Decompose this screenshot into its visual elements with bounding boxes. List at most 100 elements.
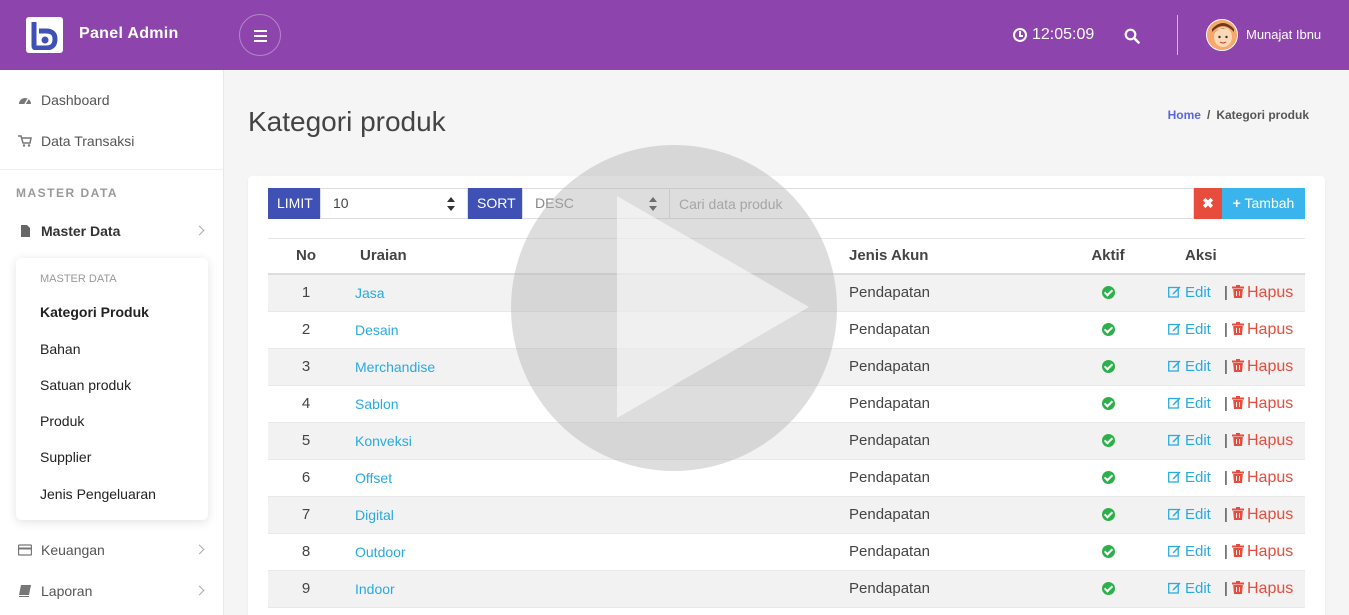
limit-select-value: 10 bbox=[333, 195, 349, 211]
table-row: 8 Outdoor Pendapatan Edit | Hapus bbox=[268, 534, 1305, 571]
action-separator: | bbox=[1224, 543, 1228, 560]
cell-uraian-link[interactable]: Jasa bbox=[355, 275, 385, 311]
search-input[interactable] bbox=[670, 188, 1194, 219]
action-separator: | bbox=[1224, 580, 1228, 597]
cell-jenis-akun: Pendapatan bbox=[849, 506, 930, 523]
breadcrumb-home-link[interactable]: Home bbox=[1168, 108, 1201, 122]
delete-button[interactable]: Hapus bbox=[1232, 349, 1293, 385]
edit-button[interactable]: Edit bbox=[1168, 275, 1211, 311]
edit-button[interactable]: Edit bbox=[1168, 423, 1211, 459]
cell-uraian-link[interactable]: Desain bbox=[355, 312, 399, 348]
search-icon[interactable] bbox=[1124, 28, 1140, 44]
cell-uraian-link[interactable]: Konveksi bbox=[355, 423, 412, 459]
col-header-jenis: Jenis Akun bbox=[849, 247, 929, 264]
table-row: 1 Jasa Pendapatan Edit | Hapus bbox=[268, 275, 1305, 312]
delete-button[interactable]: Hapus bbox=[1232, 423, 1293, 459]
limit-label: LIMIT bbox=[268, 188, 320, 219]
edit-button[interactable]: Edit bbox=[1168, 460, 1211, 496]
cell-uraian-link[interactable]: Sablon bbox=[355, 386, 399, 422]
clear-search-button[interactable]: ✖ bbox=[1194, 188, 1222, 219]
avatar[interactable] bbox=[1206, 19, 1238, 51]
submenu-item-satuan-produk[interactable]: Satuan produk bbox=[40, 377, 131, 393]
submenu-item-jenis-pengeluaran[interactable]: Jenis Pengeluaran bbox=[40, 486, 156, 502]
cell-aktif bbox=[1068, 497, 1148, 533]
sidebar-item-dashboard[interactable]: Dashboard bbox=[18, 92, 110, 108]
edit-button[interactable]: Edit bbox=[1168, 571, 1211, 607]
cell-uraian-link[interactable]: Indoor bbox=[355, 571, 395, 607]
add-button-label: Tambah bbox=[1244, 195, 1295, 211]
table-row: 6 Offset Pendapatan Edit | Hapus bbox=[268, 460, 1305, 497]
edit-button[interactable]: Edit bbox=[1168, 497, 1211, 533]
cell-no: 2 bbox=[301, 321, 311, 338]
table-body: 1 Jasa Pendapatan Edit | Hapus 2 Desain Pendapat… bbox=[268, 275, 1305, 608]
filter-bar: LIMIT 10 SORT DESC ✖ + Tambah bbox=[268, 188, 1305, 219]
delete-button[interactable]: Hapus bbox=[1232, 460, 1293, 496]
limit-select[interactable]: 10 bbox=[320, 188, 468, 219]
action-separator: | bbox=[1224, 432, 1228, 449]
sidebar-item-transaksi[interactable]: Data Transaksi bbox=[18, 133, 134, 149]
submenu-header: MASTER DATA bbox=[40, 273, 117, 285]
submenu-item-supplier[interactable]: Supplier bbox=[40, 449, 91, 465]
check-circle-icon bbox=[1101, 360, 1115, 373]
table-row: 5 Konveksi Pendapatan Edit | Hapus bbox=[268, 423, 1305, 460]
cell-uraian-link[interactable]: Merchandise bbox=[355, 349, 435, 385]
sidebar-item-laporan[interactable]: Laporan bbox=[18, 583, 92, 599]
delete-button[interactable]: Hapus bbox=[1232, 571, 1293, 607]
check-circle-icon bbox=[1101, 397, 1115, 410]
check-circle-icon bbox=[1101, 323, 1115, 336]
sort-select[interactable]: DESC bbox=[522, 188, 670, 219]
submenu-master-data: MASTER DATA Kategori Produk Bahan Satuan… bbox=[16, 258, 208, 520]
cell-aktif bbox=[1068, 571, 1148, 607]
delete-button[interactable]: Hapus bbox=[1232, 275, 1293, 311]
action-separator: | bbox=[1224, 395, 1228, 412]
submenu-item-kategori-produk[interactable]: Kategori Produk bbox=[40, 304, 149, 320]
cell-no: 5 bbox=[301, 432, 311, 449]
delete-button[interactable]: Hapus bbox=[1232, 534, 1293, 570]
cell-jenis-akun: Pendapatan bbox=[849, 543, 930, 560]
cell-aktif bbox=[1068, 386, 1148, 422]
delete-button[interactable]: Hapus bbox=[1232, 497, 1293, 533]
trash-icon bbox=[1232, 470, 1244, 483]
cell-uraian-link[interactable]: Offset bbox=[355, 460, 392, 496]
edit-button[interactable]: Edit bbox=[1168, 312, 1211, 348]
section-header: MASTER DATA bbox=[16, 186, 119, 200]
delete-label: Hapus bbox=[1247, 321, 1294, 338]
username[interactable]: Munajat Ibnu bbox=[1246, 27, 1321, 42]
cell-no: 4 bbox=[301, 395, 311, 412]
check-circle-icon bbox=[1101, 545, 1115, 558]
check-circle-icon bbox=[1101, 508, 1115, 521]
edit-label: Edit bbox=[1185, 543, 1211, 560]
delete-label: Hapus bbox=[1247, 580, 1294, 597]
delete-button[interactable]: Hapus bbox=[1232, 312, 1293, 348]
cell-aktif bbox=[1068, 349, 1148, 385]
check-circle-icon bbox=[1101, 471, 1115, 484]
cell-uraian-link[interactable]: Digital bbox=[355, 497, 394, 533]
edit-button[interactable]: Edit bbox=[1168, 349, 1211, 385]
check-circle-icon bbox=[1101, 434, 1115, 447]
check-circle-icon bbox=[1101, 286, 1115, 299]
submenu-item-bahan[interactable]: Bahan bbox=[40, 341, 80, 357]
sidebar-item-master-data[interactable]: Master Data bbox=[18, 223, 120, 239]
edit-icon bbox=[1168, 434, 1181, 446]
table-row: 9 Indoor Pendapatan Edit | Hapus bbox=[268, 571, 1305, 608]
cell-aktif bbox=[1068, 534, 1148, 570]
edit-label: Edit bbox=[1185, 395, 1211, 412]
cell-aktif bbox=[1068, 312, 1148, 348]
edit-button[interactable]: Edit bbox=[1168, 386, 1211, 422]
trash-icon bbox=[1232, 359, 1244, 372]
cell-uraian-link[interactable]: Outdoor bbox=[355, 534, 406, 570]
cell-no: 8 bbox=[301, 543, 311, 560]
cell-no: 6 bbox=[301, 469, 311, 486]
submenu-item-produk[interactable]: Produk bbox=[40, 413, 84, 429]
menu-toggle-button[interactable] bbox=[239, 14, 281, 56]
trash-icon bbox=[1232, 285, 1244, 298]
delete-label: Hapus bbox=[1247, 395, 1294, 412]
edit-label: Edit bbox=[1185, 432, 1211, 449]
sidebar-item-keuangan[interactable]: Keuangan bbox=[18, 542, 105, 558]
edit-button[interactable]: Edit bbox=[1168, 534, 1211, 570]
file-icon bbox=[21, 225, 30, 237]
add-button[interactable]: + Tambah bbox=[1222, 188, 1305, 219]
brand-logo[interactable] bbox=[26, 17, 63, 53]
delete-button[interactable]: Hapus bbox=[1232, 386, 1293, 422]
divider bbox=[0, 169, 224, 170]
